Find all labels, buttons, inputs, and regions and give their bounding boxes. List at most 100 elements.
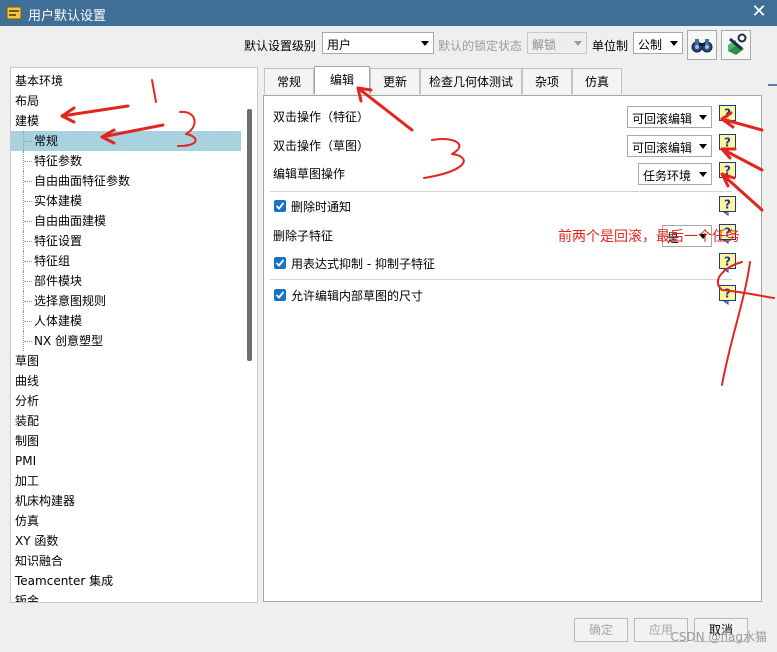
double-click-sketch-select[interactable]: 可回滚编辑 [627,135,712,157]
binoculars-icon [691,39,713,53]
level-value: 用户 [327,38,352,52]
unit-select[interactable]: 公制 [633,32,683,54]
tree-item-label: 常规 [34,134,59,148]
tab-check-geometry[interactable]: 检查几何体测试 [420,68,522,94]
tree-item[interactable]: 选择意图规则 [11,291,241,311]
tree-item[interactable]: 曲线 [11,371,241,391]
tree-item[interactable]: 建模 [11,111,241,131]
manage-settings-button[interactable] [721,30,751,60]
tree-item[interactable]: PMI [11,451,241,471]
help-icon[interactable]: ? [719,285,737,305]
tree-item-label: 自由曲面特征参数 [34,174,131,188]
lock-value: 解锁 [532,38,557,52]
chevron-down-icon [421,41,429,46]
tree-item[interactable]: 自由曲面建模 [11,211,241,231]
tree-item-label: 人体建模 [34,314,83,328]
tree-item[interactable]: 实体建模 [11,191,241,211]
double-click-feature-label: 双击操作（特征） [273,110,370,124]
suppress-checkbox[interactable] [274,257,286,269]
tree-scrollbar[interactable] [247,109,252,361]
tab-edit[interactable]: 编辑 [314,66,370,94]
tree-item[interactable]: 草图 [11,351,241,371]
tree-guide-icon [23,331,34,351]
tree-item-label: 制图 [15,434,40,448]
ok-button[interactable]: 确定 [574,618,628,642]
tree-item[interactable]: 分析 [11,391,241,411]
tree-item-label: 仿真 [15,514,40,528]
svg-text:?: ? [724,255,731,269]
wrench-cube-icon [728,33,747,55]
svg-text:?: ? [724,287,731,301]
tree-guide-icon [23,211,34,231]
tree-item-label: 知识融合 [15,554,64,568]
chevron-down-icon [699,144,707,149]
find-default-button[interactable] [687,30,717,60]
help-icon[interactable]: ? [719,196,737,216]
tree-guide-icon [23,231,34,251]
lock-select[interactable]: 解锁 [527,32,587,54]
delete-child-label: 删除子特征 [273,229,334,243]
tree-item[interactable]: XY 函数 [11,531,241,551]
title-bar: 用户默认设置 ✕ [0,0,777,26]
notify-delete-label: 删除时通知 [291,200,352,214]
tree-item[interactable]: 布局 [11,91,241,111]
tree-item[interactable]: 仿真 [11,511,241,531]
tree-item[interactable]: 特征设置 [11,231,241,251]
tree-item-label: Teamcenter 集成 [15,574,114,588]
tree-item-label: 布局 [15,94,40,108]
tree-item[interactable]: 知识融合 [11,551,241,571]
chevron-down-icon [699,172,707,177]
tree-item-label: XY 函数 [15,534,59,548]
tree-item-label: 实体建模 [34,194,83,208]
edit-sketch-value: 任务环境 [643,169,692,183]
tree-guide-icon [23,151,34,171]
level-select[interactable]: 用户 [322,32,434,54]
level-label: 默认设置级别 [244,39,317,53]
tree-item[interactable]: 加工 [11,471,241,491]
tree-item-label: 自由曲面建模 [34,214,107,228]
tree-guide-icon [23,291,34,311]
close-icon[interactable]: ✕ [749,2,769,22]
tree-item[interactable]: 制图 [11,431,241,451]
tab-update[interactable]: 更新 [370,68,420,94]
unit-label: 单位制 [592,39,629,53]
tree-item-label: 基本环境 [15,74,64,88]
tree-item-label: 选择意图规则 [34,294,107,308]
chevron-down-icon [670,41,678,46]
watermark: CSDN @flag水猫 [670,630,767,644]
tree-item[interactable]: 人体建模 [11,311,241,331]
tree-item[interactable]: 机床构建器 [11,491,241,511]
allow-edit-checkbox[interactable] [274,289,286,301]
tab-general[interactable]: 常规 [264,68,314,94]
annotation-note: 前两个是回滚，最后一个任务 [558,229,740,245]
double-click-sketch-label: 双击操作（草图） [273,139,370,153]
help-icon[interactable]: ? [719,134,737,154]
window-edge [768,84,777,86]
edit-panel: 双击操作（特征） 可回滚编辑 ? 双击操作（草图） 可回滚编辑 ? 编辑草图操作… [263,95,762,602]
tree-item-label: 草图 [15,354,40,368]
tree-item-label: NX 创意塑型 [34,334,104,348]
tree-item[interactable]: 常规 [11,131,241,151]
svg-text:?: ? [724,136,731,150]
tree-item[interactable]: 特征组 [11,251,241,271]
tree-item[interactable]: 装配 [11,411,241,431]
tree-item[interactable]: NX 创意塑型 [11,331,241,351]
tree-item-label: 装配 [15,414,40,428]
tree-item[interactable]: 基本环境 [11,71,241,91]
tree-item[interactable]: 部件模块 [11,271,241,291]
tree-item[interactable]: 自由曲面特征参数 [11,171,241,191]
help-icon[interactable]: ? [719,253,737,273]
tab-misc[interactable]: 杂项 [522,68,572,94]
tree-item[interactable]: 特征参数 [11,151,241,171]
tree-item[interactable]: Teamcenter 集成 [11,571,241,591]
double-click-feature-select[interactable]: 可回滚编辑 [627,106,712,128]
notify-delete-checkbox[interactable] [274,200,286,212]
help-icon[interactable]: ? [719,162,737,182]
help-icon[interactable]: ? [719,105,737,125]
category-tree[interactable]: 基本环境布局建模常规特征参数自由曲面特征参数 实体建模自由曲面建模特征设置 特征组部… [10,67,258,603]
tree-item[interactable]: 钣金 [11,591,241,602]
edit-sketch-select[interactable]: 任务环境 [638,163,712,185]
tree-guide-icon [23,271,34,291]
tab-simulation[interactable]: 仿真 [572,68,622,94]
tree-guide-icon [23,131,34,151]
